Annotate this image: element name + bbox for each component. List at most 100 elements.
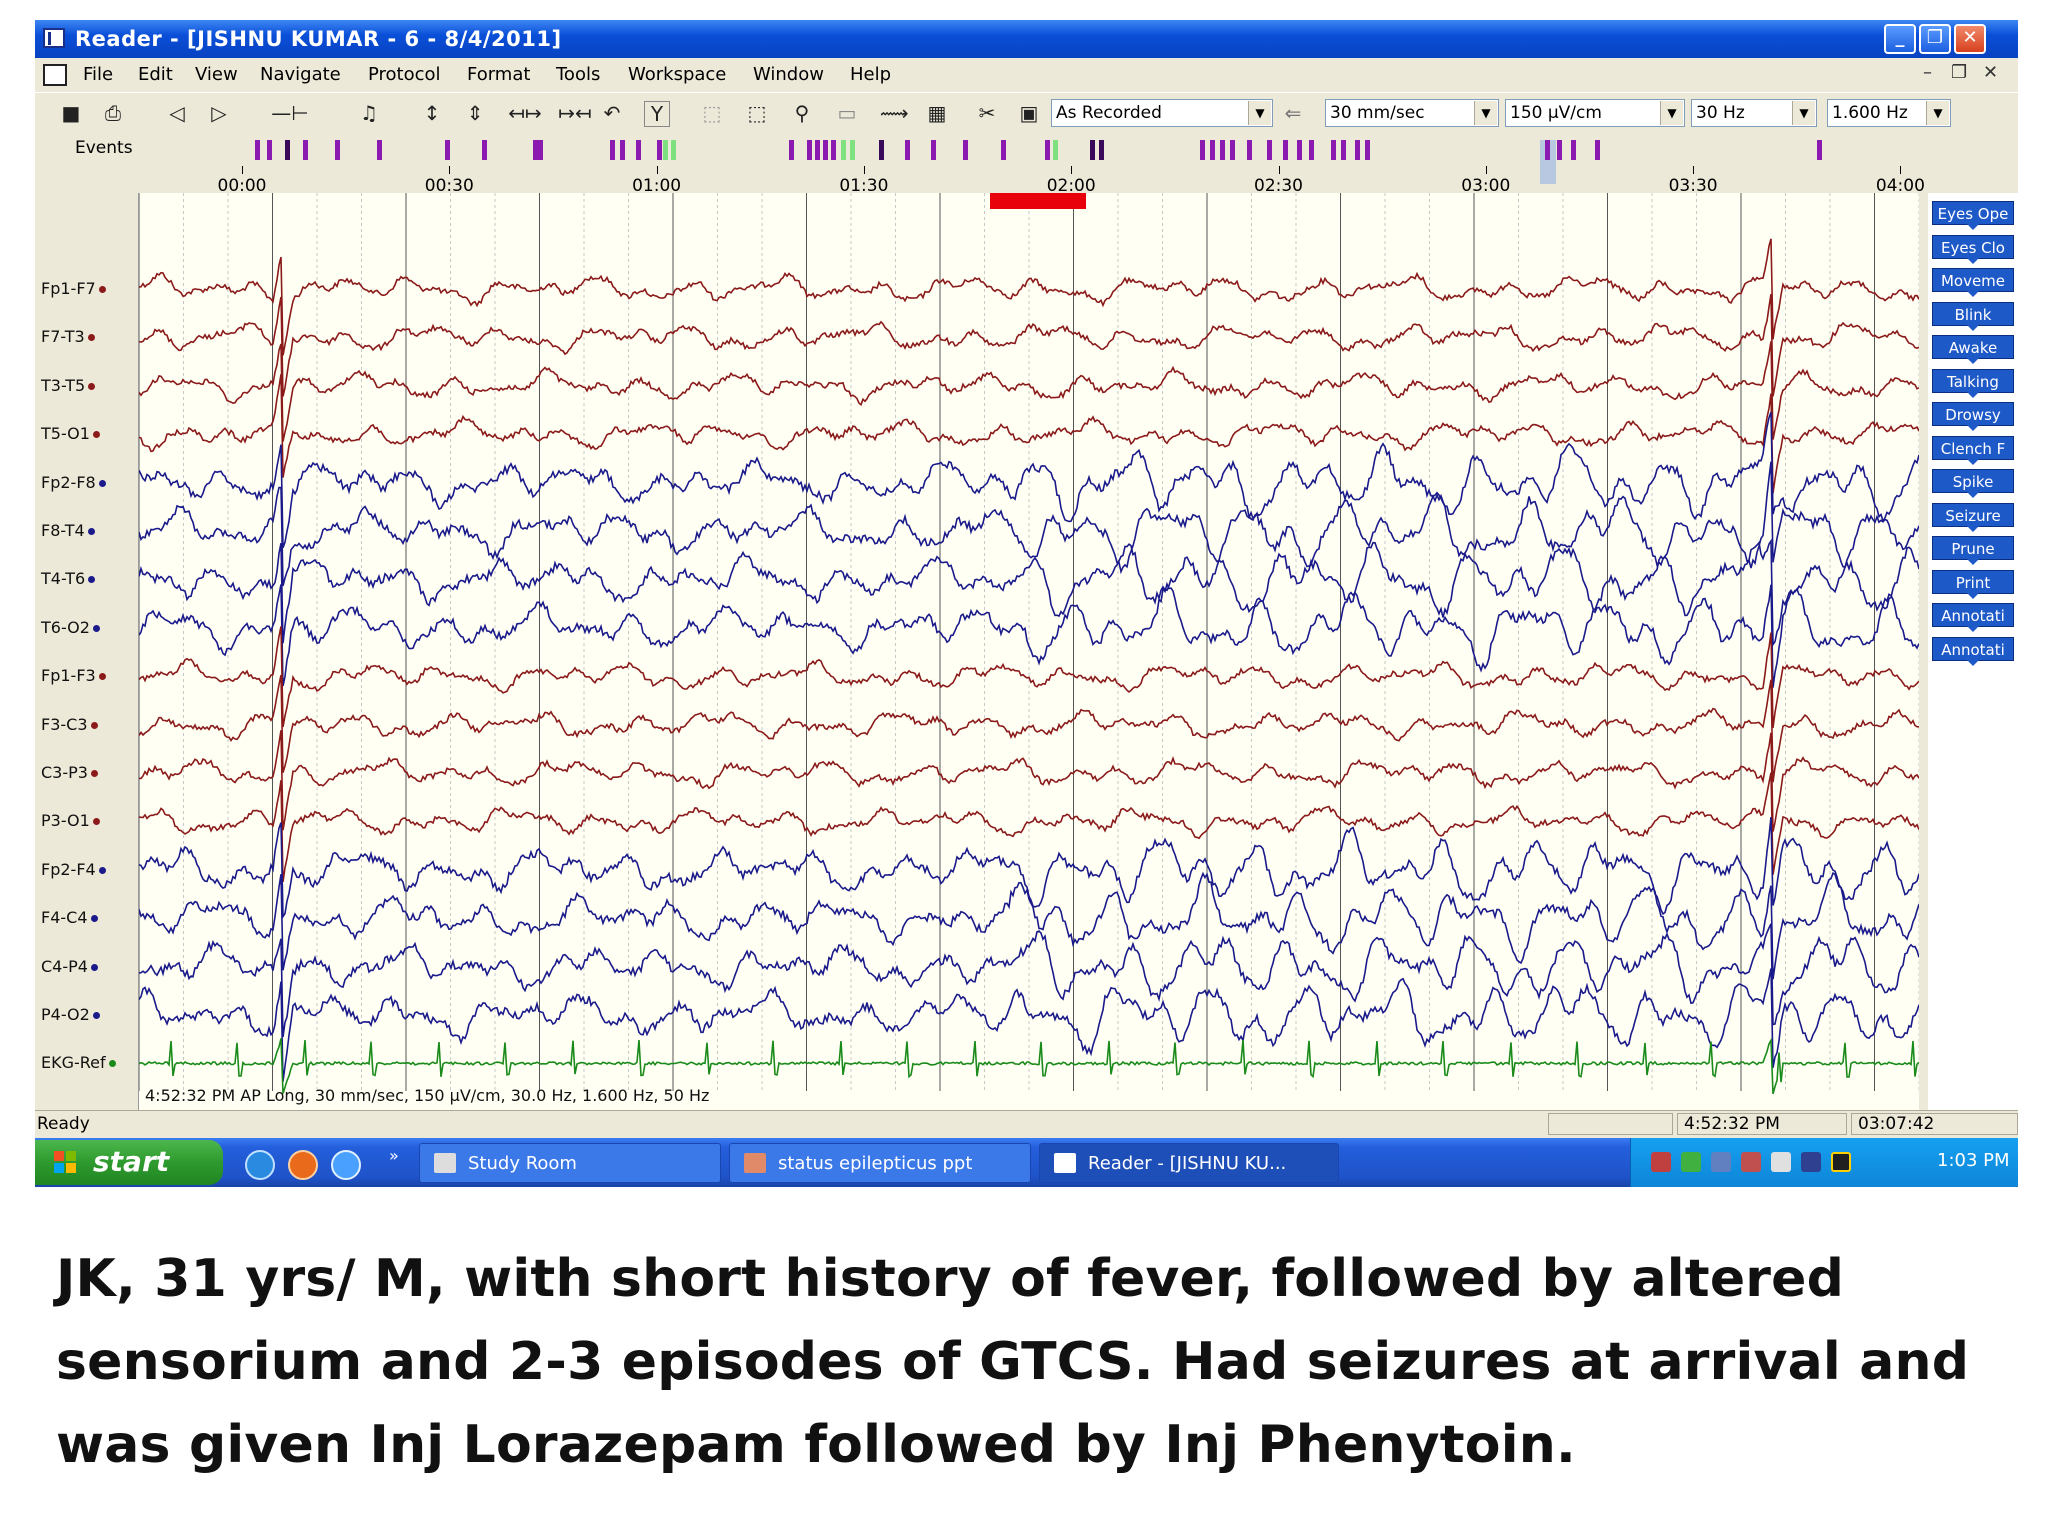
minimize-button[interactable]: _ bbox=[1884, 24, 1916, 54]
channel-label[interactable]: F4-C4 bbox=[41, 908, 98, 927]
task-study-room[interactable]: Study Room bbox=[419, 1143, 721, 1183]
channel-label[interactable]: F8-T4 bbox=[41, 521, 95, 540]
security-icon[interactable] bbox=[1741, 1152, 1761, 1172]
event-button[interactable]: Awake bbox=[1932, 335, 2014, 364]
event-marker[interactable] bbox=[255, 140, 260, 160]
filter-icon[interactable]: Y bbox=[644, 101, 670, 127]
event-marker[interactable] bbox=[303, 140, 308, 160]
menu-tools[interactable]: Tools bbox=[556, 64, 600, 85]
event-marker[interactable] bbox=[1053, 140, 1058, 160]
update-icon[interactable] bbox=[1681, 1152, 1701, 1172]
vertical-cursor-icon[interactable]: ⇕ bbox=[463, 101, 487, 125]
channel-label[interactable]: F7-T3 bbox=[41, 327, 95, 346]
event-marker[interactable] bbox=[1247, 140, 1252, 160]
event-button[interactable]: Prune bbox=[1932, 536, 2014, 565]
task-powerpoint[interactable]: status epilepticus ppt bbox=[729, 1143, 1031, 1183]
event-marker[interactable] bbox=[1090, 140, 1095, 160]
event-marker[interactable] bbox=[1355, 140, 1360, 160]
time-cursor-icon[interactable]: ↤↦ bbox=[505, 101, 545, 125]
event-marker[interactable] bbox=[807, 140, 812, 160]
menu-edit[interactable]: Edit bbox=[138, 64, 173, 85]
chevron-down-icon[interactable]: ▼ bbox=[1660, 101, 1683, 125]
event-marker[interactable] bbox=[879, 140, 884, 160]
event-marker[interactable] bbox=[636, 140, 641, 160]
event-marker[interactable] bbox=[1817, 140, 1822, 160]
calculator-icon[interactable]: ▦ bbox=[925, 101, 949, 125]
start-button[interactable]: start bbox=[35, 1140, 223, 1185]
task-reader[interactable]: Reader - [JISHNU KU... bbox=[1039, 1143, 1339, 1183]
cut-icon[interactable]: ✂ bbox=[975, 101, 999, 125]
event-marker[interactable] bbox=[1545, 140, 1550, 160]
chevron-down-icon[interactable]: ▼ bbox=[1248, 101, 1271, 125]
channel-label[interactable]: F3-C3 bbox=[41, 715, 98, 734]
channel-label[interactable]: Fp2-F4 bbox=[41, 860, 106, 879]
sensitivity-select[interactable]: 150 µV/cm ▼ bbox=[1505, 99, 1685, 127]
event-button[interactable]: Seizure bbox=[1932, 502, 2014, 532]
channel-label[interactable]: Fp2-F8 bbox=[41, 473, 106, 492]
doc-minimize-icon[interactable]: – bbox=[1923, 62, 1932, 83]
event-marker[interactable] bbox=[671, 140, 676, 160]
event-marker[interactable] bbox=[1267, 140, 1272, 160]
event-marker[interactable] bbox=[663, 140, 668, 160]
internet-explorer-icon[interactable] bbox=[245, 1150, 275, 1180]
high-filter-select[interactable]: 30 Hz ▼ bbox=[1691, 99, 1817, 127]
event-marker[interactable] bbox=[841, 140, 846, 160]
previous-page-icon[interactable]: ◁ bbox=[165, 101, 189, 125]
event-marker[interactable] bbox=[815, 140, 820, 160]
event-button[interactable]: Eyes Ope bbox=[1932, 201, 2014, 230]
event-button[interactable]: Blink bbox=[1932, 301, 2014, 331]
event-marker[interactable] bbox=[850, 140, 855, 160]
zoom-icon[interactable]: ⚲ bbox=[790, 101, 814, 125]
undo-icon[interactable]: ↶ bbox=[600, 101, 624, 125]
menu-protocol[interactable]: Protocol bbox=[368, 64, 441, 85]
event-marker[interactable] bbox=[1365, 140, 1370, 160]
menu-file[interactable]: File bbox=[83, 64, 113, 85]
event-marker[interactable] bbox=[610, 140, 615, 160]
title-bar[interactable]: Reader - [JISHNU KUMAR - 6 - 8/4/2011] _… bbox=[35, 20, 2018, 58]
measure-icon[interactable]: ⟿ bbox=[880, 101, 909, 125]
channel-label[interactable]: T4-T6 bbox=[41, 569, 96, 588]
event-button[interactable]: Moveme bbox=[1932, 268, 2014, 297]
menu-workspace[interactable]: Workspace bbox=[628, 64, 726, 85]
montage-editor-icon[interactable]: ▣ bbox=[1017, 101, 1041, 125]
event-button[interactable]: Clench F bbox=[1932, 435, 2014, 465]
event-marker[interactable] bbox=[620, 140, 625, 160]
maximize-button[interactable]: ❐ bbox=[1919, 24, 1951, 54]
event-marker[interactable] bbox=[1557, 140, 1562, 160]
select-icon[interactable]: ⬚ bbox=[700, 101, 724, 125]
firefox-icon[interactable] bbox=[288, 1150, 318, 1180]
back-arrow-icon[interactable]: ⇐ bbox=[1281, 101, 1305, 125]
audio-icon[interactable]: ♫ bbox=[357, 101, 381, 125]
channel-label[interactable]: P4-O2 bbox=[41, 1005, 100, 1024]
menu-view[interactable]: View bbox=[195, 64, 238, 85]
event-marker[interactable] bbox=[538, 140, 543, 160]
selection-marker[interactable] bbox=[990, 193, 1086, 209]
event-button[interactable]: Annotati bbox=[1932, 636, 2014, 666]
event-marker[interactable] bbox=[657, 140, 662, 160]
connection-icon[interactable] bbox=[1711, 1152, 1731, 1172]
channel-label[interactable]: C3-P3 bbox=[41, 763, 98, 782]
event-marker[interactable] bbox=[931, 140, 936, 160]
events-timeline[interactable]: Events 00:00 00:30 01:00 01:30 02:00 02:30 03:… bbox=[35, 132, 2018, 196]
event-button[interactable]: Spike bbox=[1932, 469, 2014, 498]
event-marker[interactable] bbox=[1220, 140, 1225, 160]
event-button[interactable]: Eyes Clo bbox=[1932, 234, 2014, 264]
channel-label[interactable]: P3-O1 bbox=[41, 811, 100, 830]
low-filter-select[interactable]: 1.600 Hz ▼ bbox=[1827, 99, 1951, 127]
event-marker[interactable] bbox=[335, 140, 340, 160]
event-marker[interactable] bbox=[267, 140, 272, 160]
montage-select[interactable]: As Recorded ▼ bbox=[1051, 99, 1273, 127]
bluetooth-icon[interactable] bbox=[1831, 1152, 1851, 1172]
channel-label[interactable]: T5-O1 bbox=[41, 424, 100, 443]
event-marker[interactable] bbox=[1001, 140, 1006, 160]
event-marker[interactable] bbox=[1331, 140, 1336, 160]
chevron-down-icon[interactable]: ▼ bbox=[1926, 101, 1949, 125]
desktop-icon[interactable] bbox=[331, 1150, 361, 1180]
event-button[interactable]: Print bbox=[1932, 569, 2014, 599]
paper-speed-select[interactable]: 30 mm/sec ▼ bbox=[1325, 99, 1499, 127]
event-marker[interactable] bbox=[1283, 140, 1288, 160]
channel-label[interactable]: Fp1-F3 bbox=[41, 666, 106, 685]
event-marker[interactable] bbox=[1341, 140, 1346, 160]
eeg-plot[interactable]: 4:52:32 PM AP Long, 30 mm/sec, 150 µV/cm… bbox=[139, 193, 1919, 1111]
event-marker[interactable] bbox=[1210, 140, 1215, 160]
